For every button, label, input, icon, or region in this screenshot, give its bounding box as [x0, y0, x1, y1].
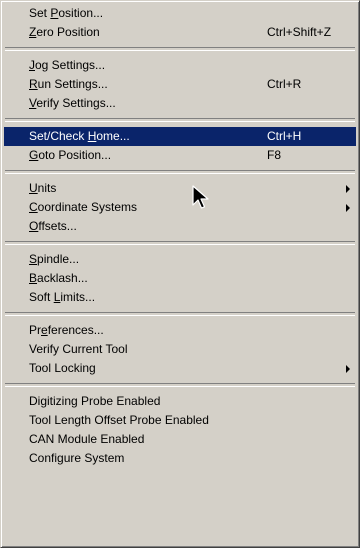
menu-item-coordinate-systems[interactable]: Coordinate Systems	[4, 198, 356, 217]
menu-item-shortcut: F8	[267, 148, 282, 162]
submenu-arrow-icon	[346, 365, 350, 373]
menu-item-verify-current-tool[interactable]: Verify Current Tool	[4, 340, 356, 359]
menu-item-label: Jog Settings...	[29, 58, 106, 72]
menu-separator	[5, 312, 355, 316]
menu-item-label: Backlash...	[29, 271, 88, 285]
mouse-pointer-icon	[192, 185, 209, 209]
menu-item-digitizing-probe-enabled[interactable]: Digitizing Probe Enabled	[4, 392, 356, 411]
menu-item-preferences[interactable]: Preferences...	[4, 321, 356, 340]
menu-item-label: Preferences...	[29, 323, 104, 337]
menu-item-label: Zero Position	[29, 25, 100, 39]
menu-item-soft-limits[interactable]: Soft Limits...	[4, 288, 356, 307]
menu-item-label: Tool Locking	[29, 361, 96, 375]
menu-item-offsets[interactable]: Offsets...	[4, 217, 356, 236]
menu-item-jog-settings[interactable]: Jog Settings...	[4, 56, 356, 75]
menu-separator	[5, 170, 355, 174]
menu-item-label: Coordinate Systems	[29, 200, 138, 214]
menu-item-label: CAN Module Enabled	[29, 432, 145, 446]
menu-item-label: Soft Limits...	[29, 290, 96, 304]
menu-item-backlash[interactable]: Backlash...	[4, 269, 356, 288]
menu-item-label: Verify Settings...	[29, 96, 116, 110]
context-menu: Set Position... Zero Position Ctrl+Shift…	[0, 0, 360, 548]
menu-item-units[interactable]: Units	[4, 179, 356, 198]
menu-item-label: Spindle...	[29, 252, 80, 266]
menu-item-verify-settings[interactable]: Verify Settings...	[4, 94, 356, 113]
menu-item-tool-locking[interactable]: Tool Locking	[4, 359, 356, 378]
menu-item-label: Units	[29, 181, 57, 195]
menu-item-zero-position[interactable]: Zero Position Ctrl+Shift+Z	[4, 23, 356, 42]
menu-item-configure-system[interactable]: Configure System	[4, 449, 356, 468]
submenu-arrow-icon	[346, 204, 350, 212]
menu-item-label: Offsets...	[29, 219, 77, 233]
menu-item-label: Configure System	[29, 451, 125, 465]
menu-separator	[5, 383, 355, 387]
menu-item-can-module-enabled[interactable]: CAN Module Enabled	[4, 430, 356, 449]
menu-item-run-settings[interactable]: Run Settings... Ctrl+R	[4, 75, 356, 94]
menu-item-shortcut: Ctrl+Shift+Z	[267, 25, 332, 39]
menu-item-shortcut: Ctrl+H	[267, 129, 302, 143]
menu-item-goto-position[interactable]: Goto Position... F8	[4, 146, 356, 165]
menu-item-label: Run Settings...	[29, 77, 108, 91]
menu-item-label: Tool Length Offset Probe Enabled	[29, 413, 209, 427]
menu-separator	[5, 241, 355, 245]
menu-item-label: Set/Check Home...	[29, 129, 130, 143]
menu-item-spindle[interactable]: Spindle...	[4, 250, 356, 269]
menu-item-label: Goto Position...	[29, 148, 112, 162]
menu-item-label: Digitizing Probe Enabled	[29, 394, 161, 408]
menu-separator	[5, 47, 355, 51]
menu-item-label: Set Position...	[29, 6, 104, 20]
menu-item-tool-length-offset-probe-enabled[interactable]: Tool Length Offset Probe Enabled	[4, 411, 356, 430]
menu-item-set-position[interactable]: Set Position...	[4, 4, 356, 23]
submenu-arrow-icon	[346, 185, 350, 193]
menu-item-set-check-home[interactable]: Set/Check Home... Ctrl+H	[4, 127, 356, 146]
menu-item-shortcut: Ctrl+R	[267, 77, 302, 91]
menu-separator	[5, 118, 355, 122]
menu-item-label: Verify Current Tool	[29, 342, 128, 356]
